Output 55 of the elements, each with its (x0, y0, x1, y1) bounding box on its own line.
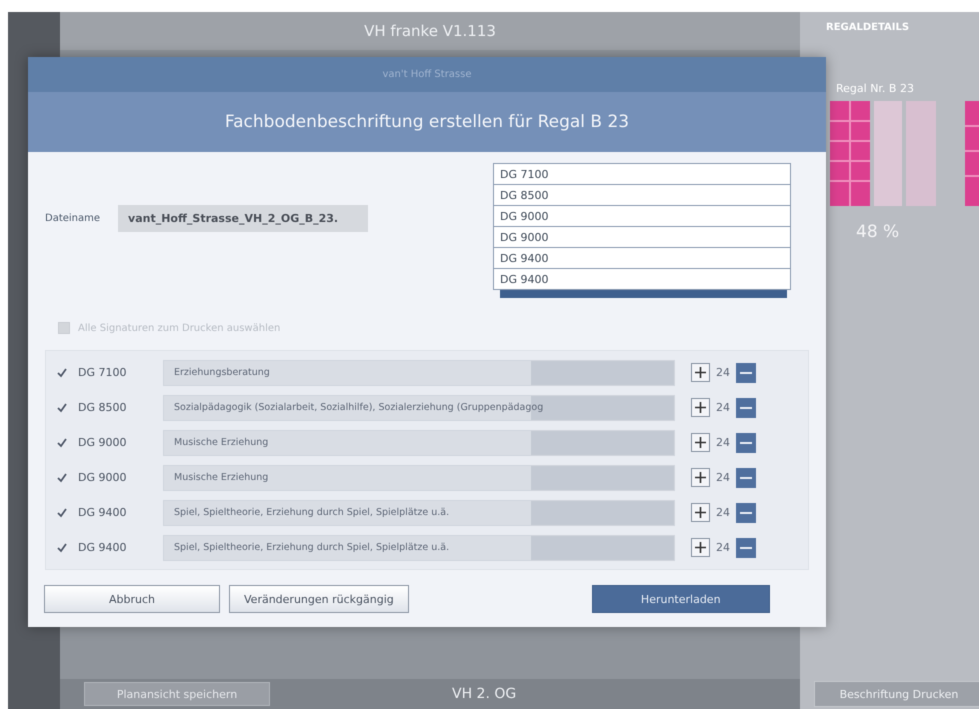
dialog-button[interactable]: Abbruch (44, 585, 220, 613)
filename-label: Dateiname (45, 212, 100, 224)
count-value: 24 (716, 366, 730, 379)
minus-icon[interactable] (736, 432, 756, 452)
minus-icon[interactable] (736, 468, 756, 488)
minus-icon[interactable] (736, 398, 756, 418)
plus-icon[interactable] (691, 538, 710, 557)
minus-icon[interactable] (736, 502, 756, 522)
signature-label: DG 9000 (78, 436, 128, 449)
dialog-button[interactable]: Veränderungen rückgängig (229, 585, 409, 613)
row-checkbox[interactable] (56, 436, 68, 448)
label-text-field[interactable]: Spiel, Spieltheorie, Erziehung durch Spiel, Spielplätze u.ä. (163, 500, 675, 526)
label-text-field[interactable]: Musische Erziehung (163, 430, 675, 456)
plus-icon[interactable] (691, 468, 710, 487)
signature-label: DG 9400 (78, 541, 128, 554)
select-all-label: Alle Signaturen zum Drucken auswählen (78, 322, 280, 334)
panel-heading: REGALDETAILS (826, 22, 910, 35)
signature-label: DG 7100 (78, 366, 128, 379)
count-value: 24 (716, 541, 730, 554)
filename-field[interactable]: vant_Hoff_Strasse_VH_2_OG_B_23. (118, 204, 368, 232)
plus-icon[interactable] (691, 503, 710, 522)
minus-icon[interactable] (736, 538, 756, 558)
label-text-field[interactable]: Musische Erziehung (163, 464, 675, 490)
row-checkbox[interactable] (56, 472, 68, 484)
row-checkbox[interactable] (56, 402, 68, 414)
signature-list-item[interactable]: DG 8500 (493, 185, 791, 206)
signature-label: DG 9000 (78, 471, 128, 484)
row-checkbox[interactable] (56, 366, 68, 378)
minus-icon[interactable] (736, 362, 756, 382)
plus-icon[interactable] (691, 433, 710, 452)
row-checkbox[interactable] (56, 506, 68, 518)
row-checkbox[interactable] (56, 542, 68, 554)
signature-label: DG 8500 (78, 401, 128, 414)
signature-list-item[interactable]: DG 9000 (493, 227, 791, 248)
download-button[interactable]: Herunterladen (592, 585, 770, 613)
signature-list-item[interactable]: DG 9400 (493, 269, 791, 290)
signature-list-item[interactable]: DG 9000 (493, 206, 791, 227)
plus-icon[interactable] (691, 363, 710, 382)
count-value: 24 (716, 506, 730, 519)
app-title: VH franke V1.113 (364, 22, 496, 40)
signature-label: DG 9400 (78, 506, 128, 519)
dialog-subtitle: van't Hoff Strasse (382, 69, 472, 80)
label-text-field[interactable]: Spiel, Spieltheorie, Erziehung durch Spiel, Spielplätze u.ä. (163, 534, 675, 560)
dialog-title: Fachbodenbeschriftung erstellen für Regal B 23 (224, 112, 630, 132)
count-value: 24 (716, 436, 730, 449)
count-value: 24 (716, 401, 730, 414)
shelf-number: Regal Nr. B 23 (836, 82, 915, 95)
count-value: 24 (716, 471, 730, 484)
label-text-field[interactable]: Erziehungsberatung (163, 360, 675, 386)
label-text-field[interactable]: Sozialpädagogik (Sozialarbeit, Sozialhilfe), Sozialerziehung (Gruppenpädagog (163, 394, 675, 420)
signature-list-item[interactable]: DG 9400 (493, 248, 791, 269)
plus-icon[interactable] (691, 398, 710, 417)
fill-percentage: 48 % (856, 222, 900, 242)
floor-label: VH 2. OG (452, 686, 516, 702)
signature-list-item[interactable]: DG 7100 (493, 163, 791, 185)
